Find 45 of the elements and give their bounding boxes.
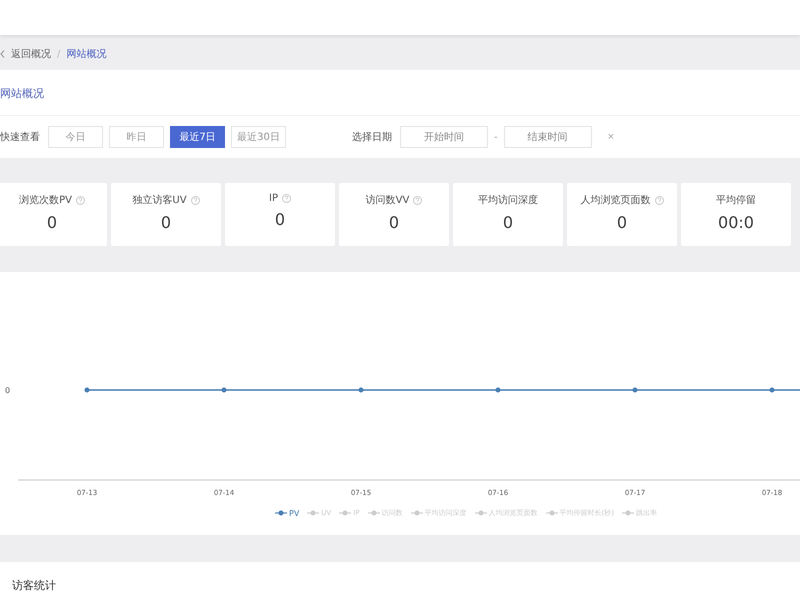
- quick-view-label: 快速查看: [0, 130, 40, 144]
- legend-marker-icon: [622, 510, 634, 516]
- legend-marker-icon: [368, 510, 380, 516]
- stat-value: 0: [274, 210, 286, 229]
- help-icon[interactable]: [282, 194, 291, 203]
- date-range-button[interactable]: 最近30日: [231, 126, 286, 148]
- stat-label: 平均停留: [716, 194, 756, 207]
- stat-label: IP: [269, 193, 278, 204]
- legend-marker-icon: [307, 510, 320, 516]
- date-separator: -: [494, 132, 498, 142]
- stat-value: 0: [502, 213, 514, 232]
- clear-button[interactable]: ×: [604, 131, 618, 143]
- date-label: 选择日期: [352, 130, 392, 144]
- stat-label: 浏览次数PV: [19, 194, 72, 207]
- stat-label: 访问数VV: [366, 194, 410, 207]
- legend-marker-icon: [474, 510, 487, 516]
- legend-marker-icon: [275, 510, 287, 516]
- y-axis-label: 0: [5, 386, 10, 395]
- section-title: 访客统计: [12, 579, 56, 592]
- breadcrumb-link[interactable]: 网站概况: [66, 47, 106, 61]
- chevron-left-icon: [0, 50, 5, 58]
- stat-value: 0: [388, 213, 400, 232]
- start-date-field[interactable]: 开始时间: [400, 126, 488, 148]
- stat-value: 00:0: [718, 213, 754, 232]
- help-icon[interactable]: [76, 196, 85, 204]
- breadcrumb-separator: /: [57, 48, 60, 60]
- stat-value: 0: [160, 213, 172, 232]
- legend-marker-icon: [410, 510, 423, 516]
- stat-label: 平均访问深度: [478, 194, 538, 207]
- page-title: 网站概况: [0, 70, 800, 116]
- breadcrumb-link[interactable]: 返回概况: [11, 47, 51, 61]
- date-range-button[interactable]: 今日: [48, 126, 103, 148]
- end-date-field[interactable]: 结束时间: [504, 126, 592, 148]
- legend-marker-icon: [546, 510, 558, 516]
- help-icon[interactable]: [190, 196, 200, 204]
- date-range-button[interactable]: 最近7日: [170, 126, 225, 148]
- date-range-button[interactable]: 昨日: [109, 126, 164, 148]
- stat-label: 人均浏览页面数: [580, 194, 650, 207]
- legend-item[interactable]: PV: [275, 508, 300, 518]
- stat-value: 0: [616, 213, 628, 232]
- help-icon[interactable]: [413, 196, 422, 204]
- help-icon[interactable]: [654, 196, 664, 204]
- stat-value: 0: [46, 213, 58, 232]
- legend-marker-icon: [339, 510, 352, 516]
- stat-label: 独立访客UV: [132, 194, 187, 207]
